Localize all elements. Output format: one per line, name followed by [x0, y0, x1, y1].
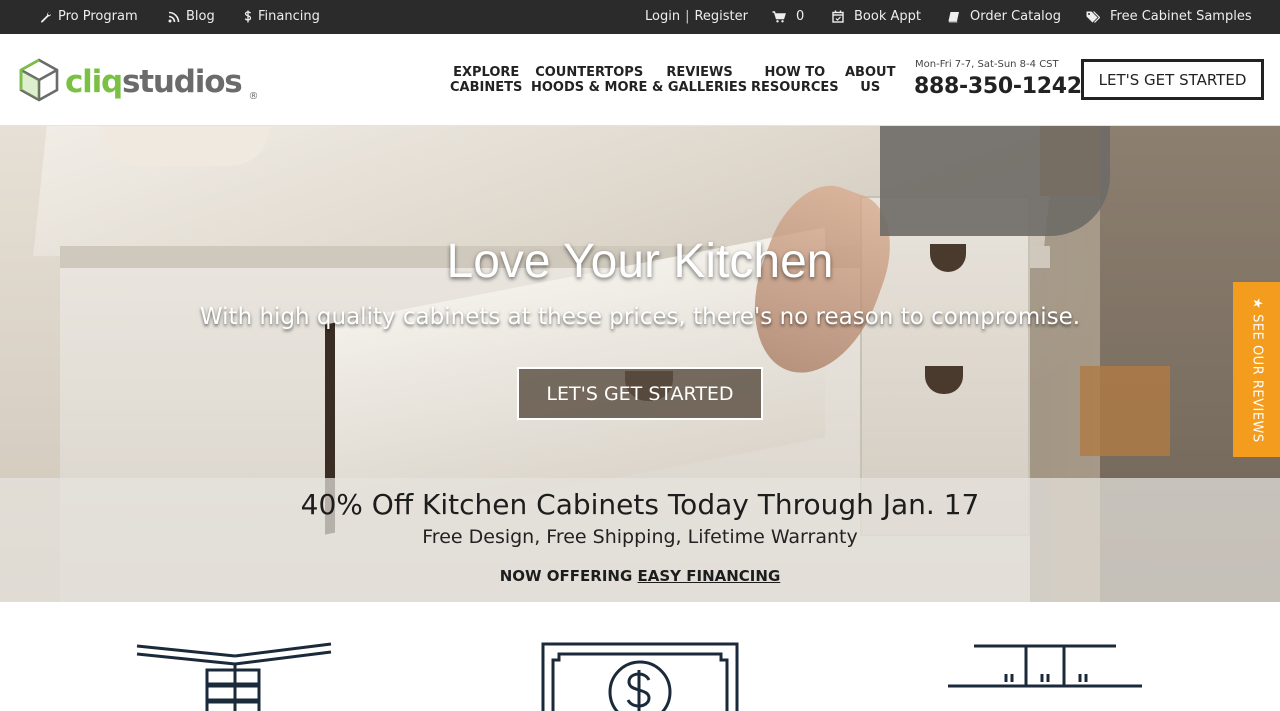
nav-explore-cabinets[interactable]: Explore Cabinets	[450, 65, 522, 95]
promo-banner: 40% Off Kitchen Cabinets Today Through J…	[0, 478, 1280, 602]
header-get-started-button[interactable]: Let's Get Started	[1081, 59, 1264, 100]
hero-get-started-button[interactable]: Let's Get Started	[517, 367, 763, 420]
nav-how-to-resources[interactable]: How To Resources	[751, 65, 839, 95]
cart-link[interactable]: 0	[772, 9, 804, 24]
cabinet-shelf-icon	[946, 642, 1144, 711]
nav-reviews-line1: Reviews	[666, 65, 733, 80]
reviews-tab-label: See Our Reviews	[1249, 313, 1264, 443]
reviews-tab-text: ★ See Our Reviews	[1249, 297, 1264, 442]
blog-link[interactable]: Blog	[168, 9, 215, 24]
pro-program-link[interactable]: Pro Program	[40, 9, 138, 24]
logo-registered-mark: ®	[248, 91, 259, 102]
phone-number[interactable]: 888-350-1242	[914, 74, 1082, 99]
cabinet-corner-icon	[135, 642, 335, 711]
hero-title: Love Your Kitchen	[446, 235, 834, 288]
see-our-reviews-tab[interactable]: ★ See Our Reviews	[1233, 282, 1280, 457]
nav-how-to-line1: How To	[764, 65, 826, 80]
order-catalog-link[interactable]: Order Catalog	[948, 9, 1061, 24]
financing-label: Financing	[258, 9, 320, 24]
promo-title: 40% Off Kitchen Cabinets Today Through J…	[300, 488, 980, 521]
tags-icon	[1086, 10, 1100, 23]
order-catalog-label: Order Catalog	[970, 9, 1061, 24]
nav-reviews-line2: & Galleries	[652, 80, 748, 95]
login-link[interactable]: Login	[645, 9, 680, 24]
book-appt-label: Book Appt	[854, 9, 921, 24]
nav-countertops-hoods[interactable]: Countertops Hoods & More	[531, 65, 647, 95]
logo-wordmark: cliqstudios	[65, 63, 243, 100]
nav-about-us[interactable]: About Us	[845, 65, 895, 95]
cart-icon	[772, 10, 786, 23]
free-samples-label: Free Cabinet Samples	[1110, 9, 1252, 24]
login-register-separator: |	[685, 9, 690, 24]
utility-bar: Pro Program Blog Financing Login | Regis…	[0, 0, 1280, 34]
main-header: cliqstudios ® Explore Cabinets Counterto…	[0, 34, 1280, 126]
cliqstudios-logo[interactable]: cliqstudios ®	[19, 58, 259, 106]
nav-about-line2: Us	[860, 80, 881, 95]
free-samples-link[interactable]: Free Cabinet Samples	[1086, 9, 1252, 24]
feature-icons-row	[0, 602, 1280, 711]
register-link[interactable]: Register	[694, 9, 748, 24]
financing-prefix: Now Offering	[499, 567, 633, 585]
wrench-icon	[40, 11, 52, 23]
hero-subtitle: With high quality cabinets at these pric…	[199, 304, 1081, 330]
pro-program-label: Pro Program	[58, 9, 138, 24]
financing-link[interactable]: Financing	[244, 9, 320, 24]
calendar-icon	[832, 10, 844, 23]
nav-reviews-galleries[interactable]: Reviews & Galleries	[652, 65, 747, 95]
financing-offer: Now Offering Easy Financing	[0, 567, 1280, 585]
dollar-icon	[244, 10, 252, 23]
promo-subtitle: Free Design, Free Shipping, Lifetime War…	[422, 526, 858, 548]
rss-icon	[168, 11, 180, 23]
star-icon: ★	[1249, 296, 1264, 309]
cart-count: 0	[796, 9, 805, 24]
hero-banner: Love Your Kitchen With high quality cabi…	[0, 126, 1280, 602]
book-icon	[948, 11, 960, 23]
nav-countertops-line1: Countertops	[535, 65, 644, 80]
logo-studios: studios	[122, 63, 243, 100]
cube-logo-icon	[19, 58, 59, 106]
nav-how-to-line2: Resources	[751, 80, 839, 95]
logo-cliq: cliq	[65, 63, 123, 100]
book-appt-link[interactable]: Book Appt	[832, 9, 921, 24]
price-dollar-icon	[541, 642, 739, 711]
nav-explore-cabinets-line1: Explore	[453, 65, 520, 80]
nav-explore-cabinets-line2: Cabinets	[450, 80, 523, 95]
nav-countertops-line2: Hoods & More	[531, 80, 648, 95]
blog-label: Blog	[186, 9, 215, 24]
easy-financing-link[interactable]: Easy Financing	[638, 567, 781, 585]
business-hours: Mon-Fri 7-7, Sat-Sun 8-4 CST	[915, 59, 1059, 70]
nav-about-line1: About	[845, 65, 896, 80]
account-links: Login | Register	[645, 9, 748, 24]
